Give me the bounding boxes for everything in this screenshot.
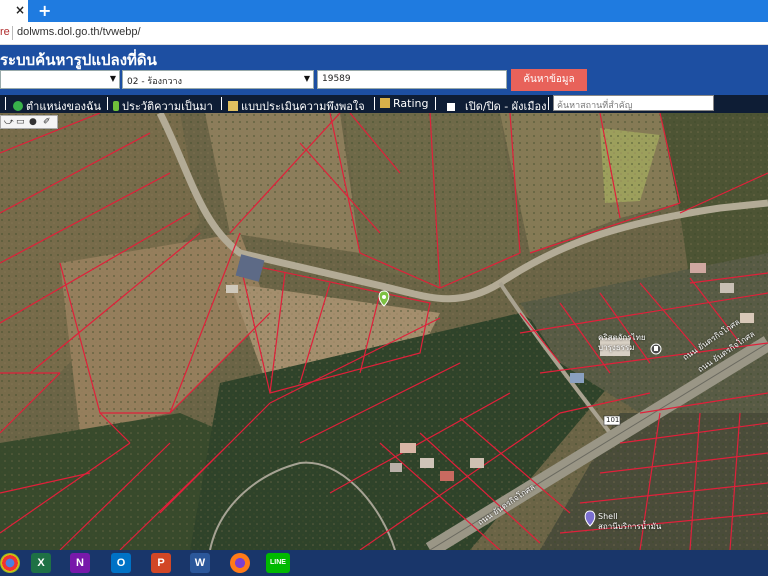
word-icon[interactable]: W	[190, 553, 210, 573]
leaf-icon	[113, 101, 119, 111]
address-bar[interactable]: re dolwms.dol.go.th/tvwebp/	[0, 22, 768, 45]
pencil-note-icon	[228, 101, 238, 111]
shell-station-label: Shell สถานีบริการน้ำมัน	[598, 512, 662, 531]
checkbox-icon[interactable]	[447, 103, 455, 111]
rating-button[interactable]: Rating	[380, 97, 428, 110]
toolbar-divider	[435, 97, 436, 110]
survey-label: แบบประเมินความพึงพอใจ	[241, 100, 365, 113]
district-select-value: 02 - ร้องกวาง	[127, 77, 183, 87]
measure-line-icon[interactable]: ⤻	[4, 117, 14, 127]
onenote-icon[interactable]: N	[70, 553, 90, 573]
security-indicator[interactable]: re	[0, 26, 10, 38]
toolbar-divider	[5, 97, 6, 110]
parcel-number-value: 19589	[322, 74, 351, 84]
close-tab-icon[interactable]: ×	[15, 3, 25, 17]
line-app-icon[interactable]: LINE	[266, 553, 290, 573]
toggle-layer-label: เปิด/ปิด - ผังเมือง	[465, 100, 547, 113]
search-button[interactable]: ค้นหาข้อมูล	[511, 69, 587, 91]
chrome-icon[interactable]	[0, 553, 20, 573]
rating-icon	[380, 98, 390, 108]
texture	[0, 113, 768, 550]
place-search-input[interactable]: ค้นหาสถานที่สำคัญ	[553, 95, 714, 111]
history-label: ประวัติความเป็นมา	[122, 100, 213, 113]
toolbar-divider	[548, 97, 549, 110]
toolbar-divider	[374, 97, 375, 110]
measure-circle-icon[interactable]: ●	[29, 117, 37, 127]
browser-tab-bar: × +	[0, 0, 768, 22]
toolbar-divider	[221, 97, 222, 110]
globe-icon	[13, 101, 23, 111]
chevron-down-icon: ▼	[109, 74, 116, 83]
map-canvas[interactable]	[0, 113, 768, 550]
chevron-down-icon: ▼	[303, 74, 310, 83]
toolbar-divider	[107, 97, 108, 110]
app-header: ระบบค้นหารูปแปลงที่ดิน ▼ 02 - ร้องกวาง ▼…	[0, 45, 768, 95]
place-search-placeholder: ค้นหาสถานที่สำคัญ	[557, 101, 633, 111]
church-marker-icon[interactable]	[650, 343, 662, 355]
my-location-label: ตำแหน่งของฉัน	[26, 100, 102, 113]
pen-icon[interactable]: ✐	[43, 117, 51, 127]
outlook-icon[interactable]: O	[111, 553, 131, 573]
church-label: คริสตจักรไทย บารุงธรรม	[598, 333, 646, 352]
satellite-map[interactable]: ⤻ ▭ ● ✐ คริสตจักรไทย บารุงธรรม ถนน ยันตร…	[0, 113, 768, 550]
route-number-label: 101	[606, 416, 620, 424]
excel-icon[interactable]: X	[31, 553, 51, 573]
province-select[interactable]: ▼	[0, 70, 120, 89]
os-taskbar: X N O P W LINE	[0, 550, 768, 576]
rating-label: Rating	[393, 97, 429, 110]
district-select[interactable]: 02 - ร้องกวาง ▼	[122, 70, 314, 89]
url-text[interactable]: dolwms.dol.go.th/tvwebp/	[17, 26, 141, 38]
address-divider	[12, 26, 13, 40]
drawing-tools[interactable]: ⤻ ▭ ● ✐	[0, 115, 58, 129]
browser-tab[interactable]: ×	[0, 0, 28, 22]
new-tab-icon[interactable]: +	[38, 1, 51, 20]
firefox-icon[interactable]	[230, 553, 250, 573]
page-title: ระบบค้นหารูปแปลงที่ดิน	[0, 51, 157, 69]
measure-area-icon[interactable]: ▭	[16, 117, 25, 127]
parcel-number-input[interactable]: 19589	[317, 70, 507, 89]
powerpoint-icon[interactable]: P	[151, 553, 171, 573]
